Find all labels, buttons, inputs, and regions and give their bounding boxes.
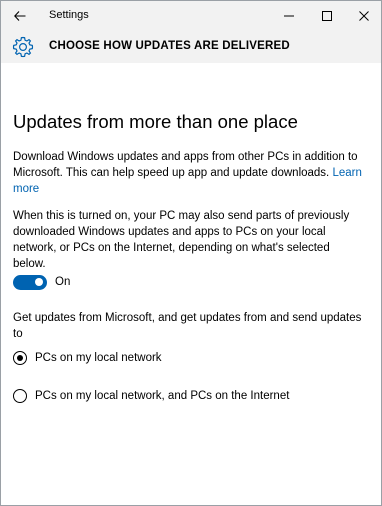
sharing-note: When this is turned on, your PC may also… [13,210,350,270]
section-heading: Updates from more than one place [13,111,298,132]
description-body: Download Windows updates and apps from o… [13,151,358,179]
radio-button-unselected[interactable] [13,389,27,403]
radio-button-selected[interactable] [13,351,27,365]
toggle-knob [35,278,43,286]
maximize-icon [322,11,332,21]
gear-icon [12,36,34,58]
radio-local-and-internet[interactable]: PCs on my local network, and PCs on the … [13,389,289,403]
radio-label-local-network: PCs on my local network [35,352,162,364]
radio-local-network[interactable]: PCs on my local network [13,351,162,365]
back-arrow-icon [14,11,26,21]
close-button[interactable] [346,1,381,31]
page-header: CHOOSE HOW UPDATES ARE DELIVERED [1,31,381,63]
title-bar: Settings [1,1,381,31]
settings-window: Settings CHOOSE HOW UPDATES ARE DELIVERE… [0,0,382,506]
radio-label-local-and-internet: PCs on my local network, and PCs on the … [35,390,290,402]
source-prompt: Get updates from Microsoft, and get upda… [13,312,362,340]
description-text: Download Windows updates and apps from o… [13,149,365,197]
maximize-button[interactable] [309,1,345,31]
delivery-toggle-row: On [13,274,70,290]
close-icon [359,11,369,21]
app-title: Settings [49,9,89,21]
delivery-optimization-toggle[interactable] [13,274,47,290]
radio-dot [17,355,23,361]
back-button[interactable] [5,1,35,31]
minimize-button[interactable] [271,1,307,31]
page-title: CHOOSE HOW UPDATES ARE DELIVERED [49,40,290,52]
toggle-state-label: On [55,276,71,288]
minimize-icon [284,15,294,17]
